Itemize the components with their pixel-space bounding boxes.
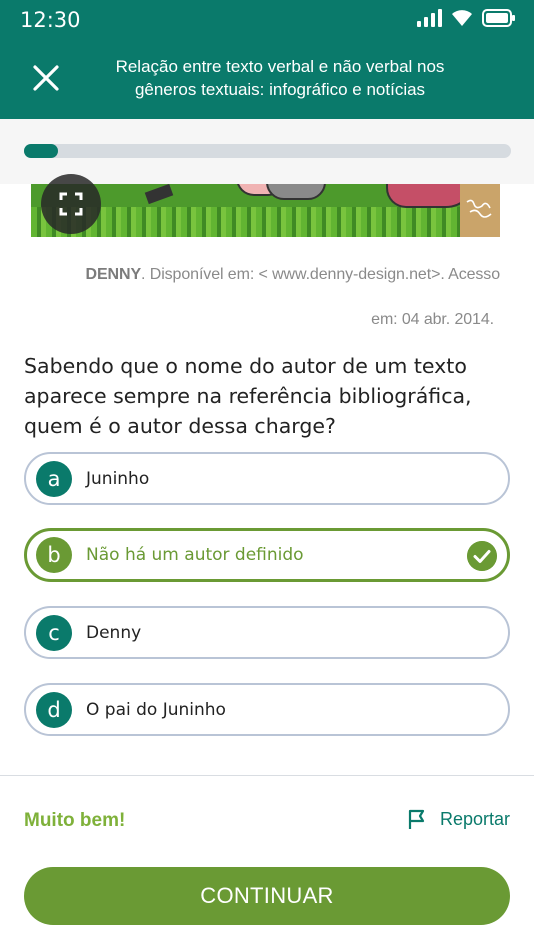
charge-image [31, 184, 500, 237]
close-button[interactable] [26, 58, 66, 98]
report-button[interactable]: Reportar [406, 808, 510, 830]
flag-icon [408, 809, 425, 829]
illustration-detail [266, 184, 326, 200]
option-letter: b [36, 537, 72, 573]
close-icon [33, 65, 59, 91]
question-text: Sabendo que o nome do autor de um texto … [24, 354, 472, 438]
option-d[interactable]: d O pai do Juninho [24, 683, 510, 736]
signal-icon [417, 9, 442, 27]
feedback-message: Muito bem! [24, 810, 126, 831]
expand-image-button[interactable] [41, 174, 101, 234]
grass-illustration [31, 207, 500, 237]
progress-bar [24, 144, 511, 158]
continue-button[interactable]: CONTINUAR [24, 867, 510, 925]
lesson-header: Relação entre texto verbal e não verbal … [0, 38, 534, 119]
option-label: Juninho [86, 468, 150, 489]
option-label: O pai do Juninho [86, 699, 226, 720]
illustration-detail [144, 184, 174, 205]
report-label: Reportar [439, 808, 510, 829]
option-label: Denny [86, 622, 142, 643]
option-label: Não há um autor definido [86, 545, 304, 565]
caption-author: DENNY [85, 266, 142, 283]
image-caption: DENNY. Disponível em: < www.denny-design… [85, 266, 501, 284]
battery-icon [482, 9, 515, 27]
option-a[interactable]: a Juninho [24, 452, 510, 505]
option-letter: a [36, 460, 72, 497]
progress-fill [24, 144, 59, 158]
caption-source: . Disponível em: < www.denny-design.net>… [141, 266, 500, 283]
divider [0, 775, 534, 776]
lesson-title: Relação entre texto verbal e não verbal … [115, 57, 445, 99]
check-icon [467, 541, 497, 571]
status-icons [417, 9, 516, 27]
status-bar: 12:30 [0, 0, 534, 38]
option-c[interactable]: c Denny [24, 606, 510, 659]
status-time: 12:30 [20, 8, 81, 32]
expand-icon [59, 192, 83, 216]
caption-date: em: 04 abr. 2014. [371, 311, 494, 328]
option-letter: c [36, 614, 72, 651]
artist-signature [466, 199, 492, 218]
option-letter: d [36, 691, 72, 728]
option-b[interactable]: b Não há um autor definido [24, 528, 510, 582]
wifi-icon [452, 10, 472, 26]
